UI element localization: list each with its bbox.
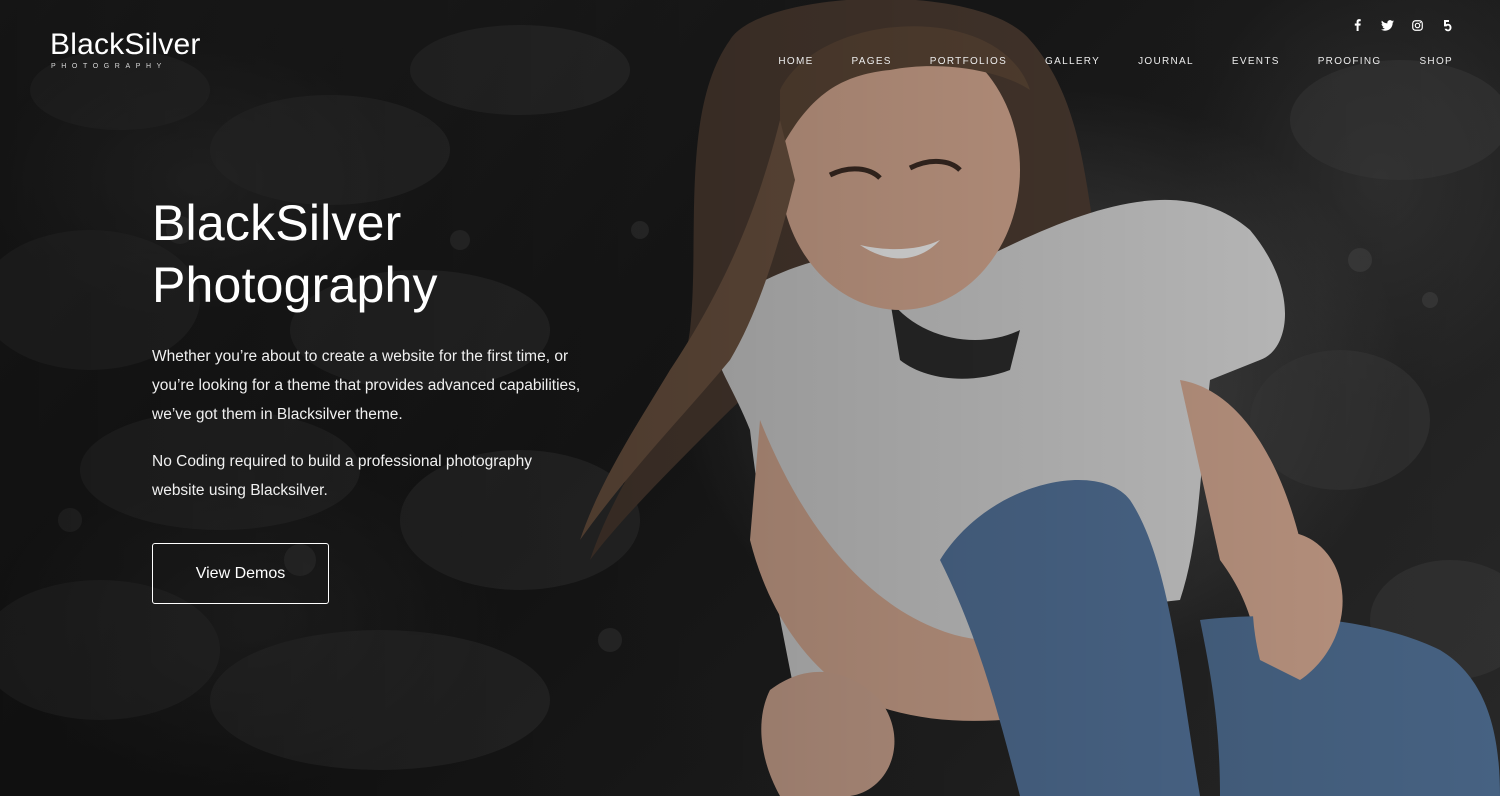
social-icons — [1350, 16, 1454, 34]
facebook-icon[interactable] — [1350, 16, 1364, 34]
nav-shop[interactable]: SHOP — [1419, 55, 1453, 69]
hero-title-line-1: BlackSilver — [152, 195, 402, 251]
nav-proofing[interactable]: PROOFING — [1318, 55, 1382, 69]
nav-portfolios[interactable]: PORTFOLIOS — [930, 55, 1007, 69]
hero-title-line-2: Photography — [152, 257, 438, 313]
nav-home[interactable]: HOME — [778, 55, 813, 69]
500px-icon[interactable] — [1440, 16, 1454, 34]
hero-title: BlackSilver Photography — [152, 192, 592, 316]
hero-paragraph-2: No Coding required to build a profession… — [152, 453, 532, 499]
twitter-icon[interactable] — [1380, 16, 1394, 34]
hero-paragraph-1: Whether you’re about to create a website… — [152, 348, 581, 423]
logo-tagline: PHOTOGRAPHY — [51, 63, 167, 70]
nav-gallery[interactable]: GALLERY — [1045, 55, 1100, 69]
main-navigation: HOME PAGES PORTFOLIOS GALLERY JOURNAL EV… — [740, 55, 1453, 69]
nav-journal[interactable]: JOURNAL — [1138, 55, 1194, 69]
view-demos-button[interactable]: View Demos — [152, 543, 329, 604]
site-logo[interactable]: BlackSilver PHOTOGRAPHY — [50, 28, 230, 70]
logo-name: BlackSilver — [50, 28, 201, 61]
instagram-icon[interactable] — [1410, 16, 1424, 34]
hero-content: BlackSilver Photography Whether you’re a… — [152, 192, 592, 505]
nav-events[interactable]: EVENTS — [1232, 55, 1280, 69]
nav-pages[interactable]: PAGES — [852, 55, 892, 69]
